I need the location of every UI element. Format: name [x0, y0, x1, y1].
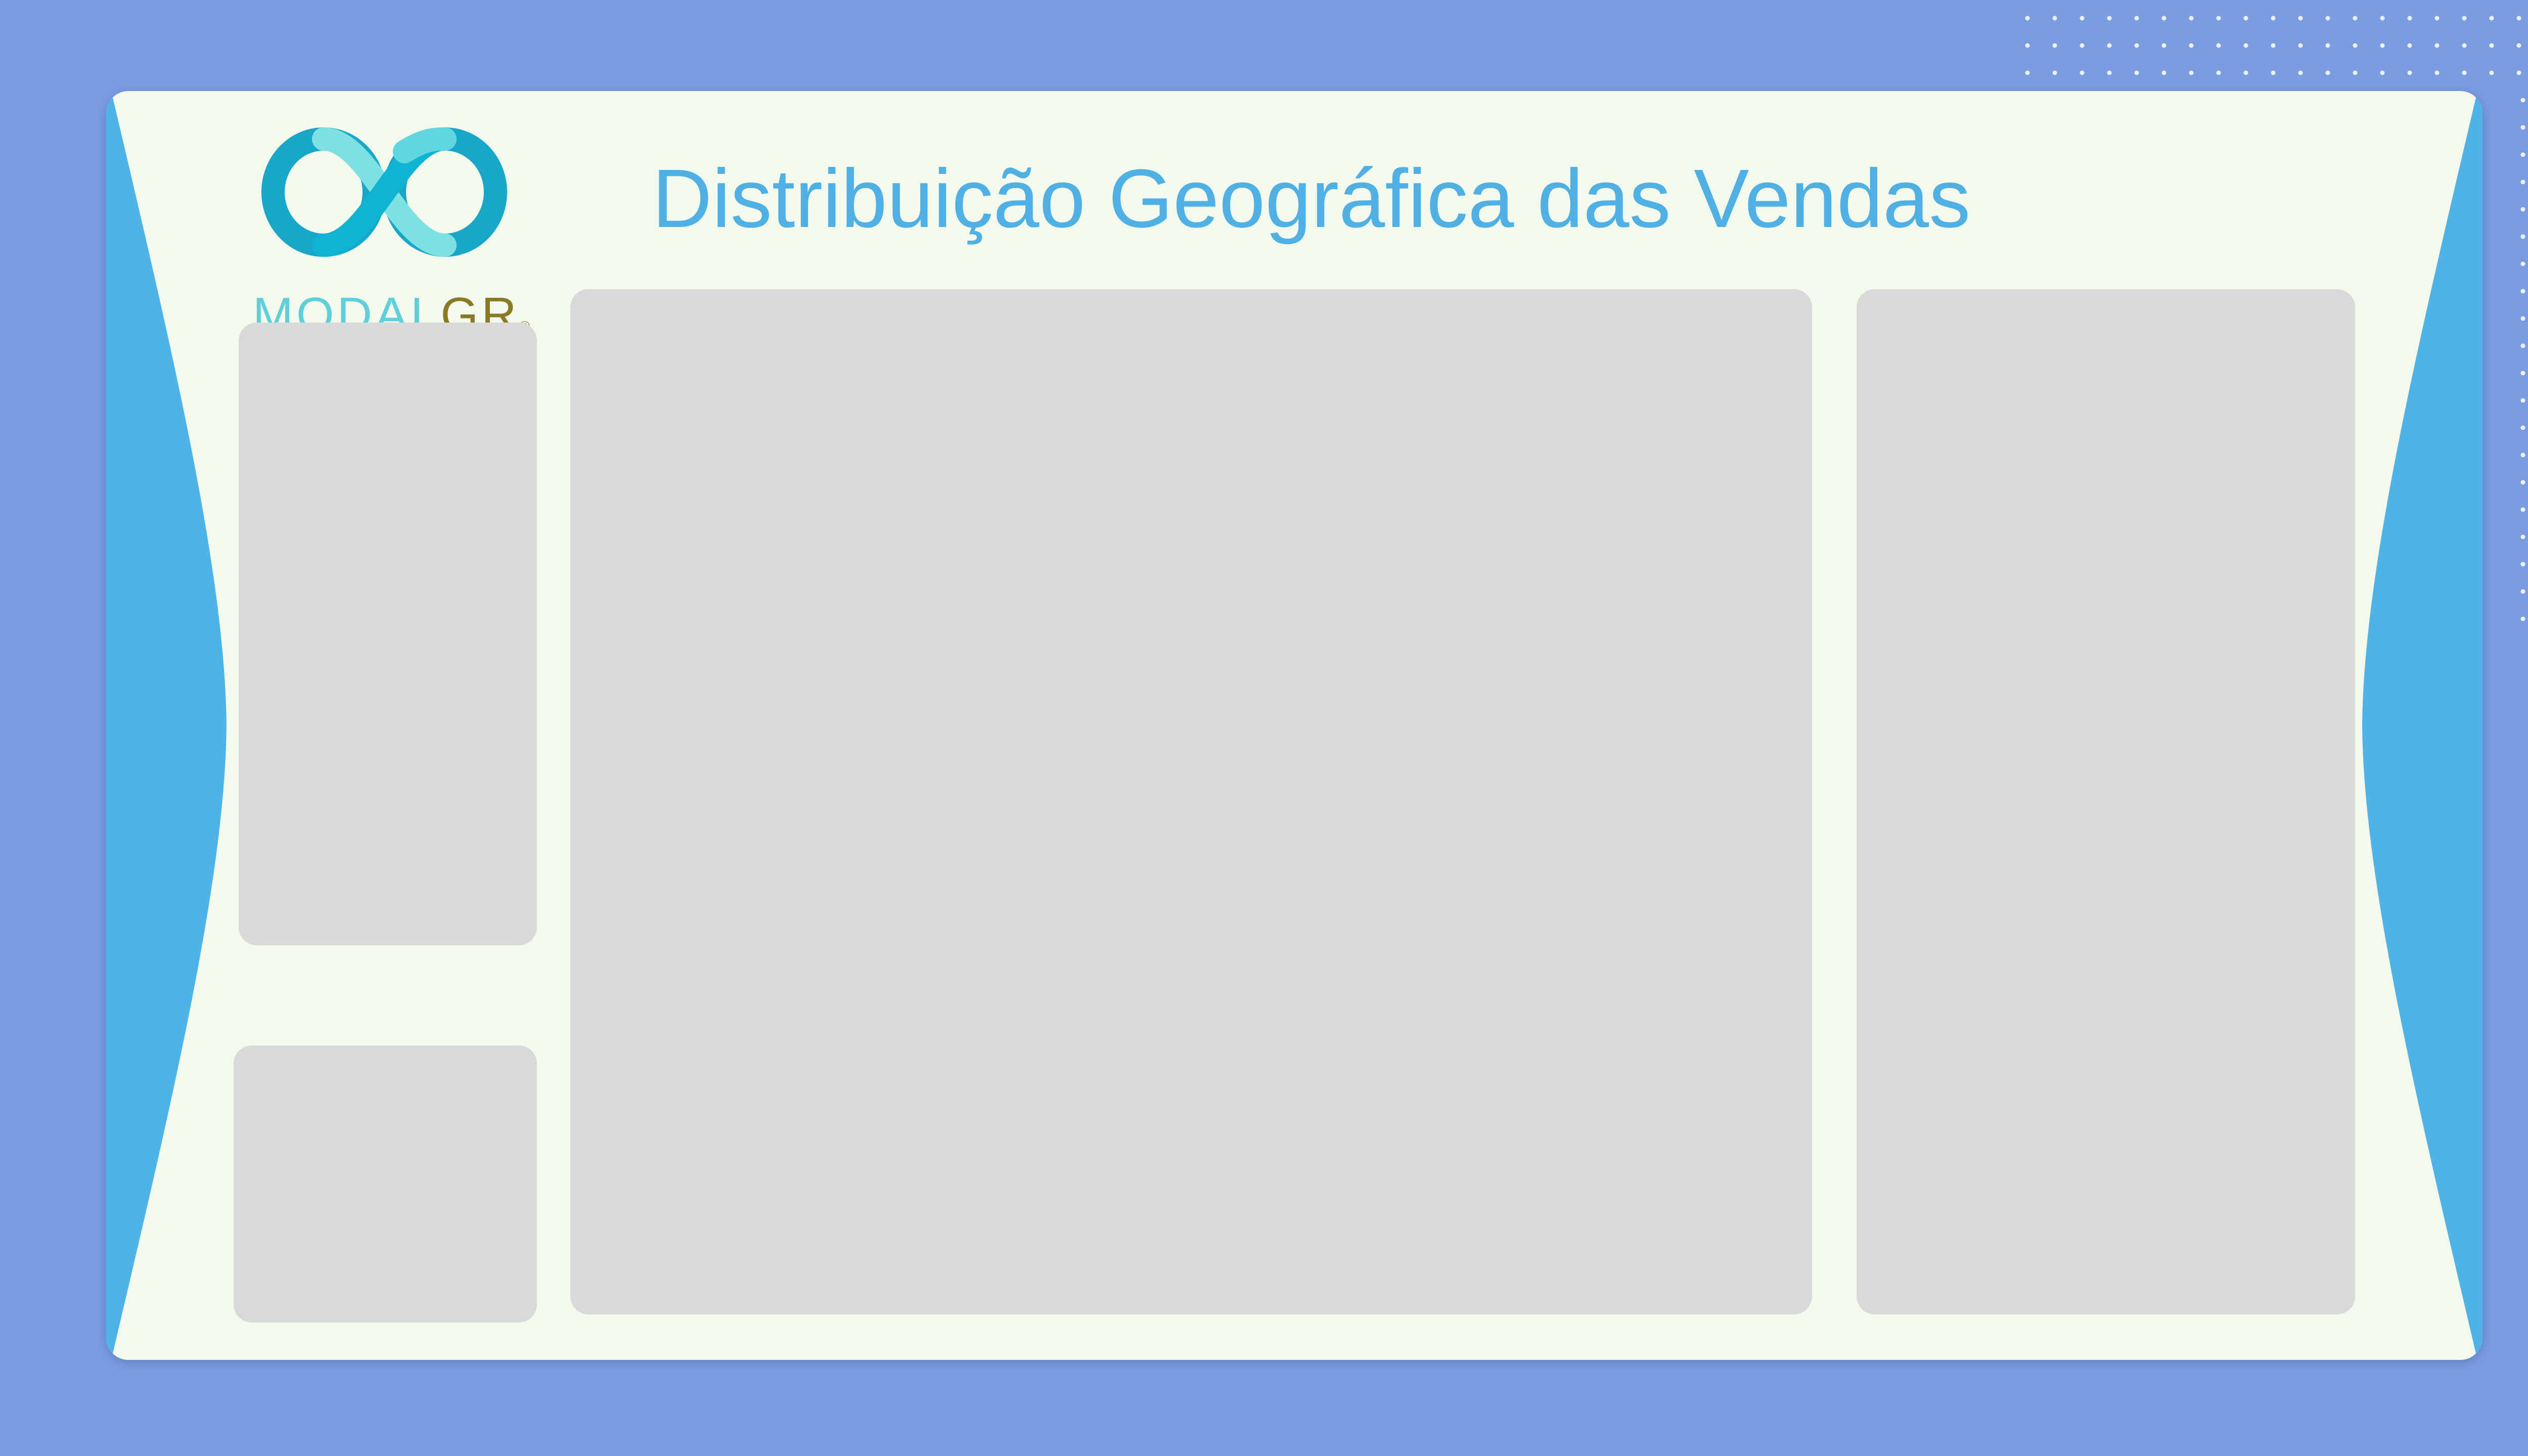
- decorative-dot: [2520, 480, 2525, 485]
- decorative-dot: [2298, 16, 2303, 21]
- decorative-dot: [2520, 398, 2525, 403]
- decorative-dot: [2080, 16, 2085, 21]
- decorative-dot: [2520, 371, 2525, 376]
- decorative-dot: [2243, 16, 2248, 21]
- decorative-dot: [2052, 43, 2057, 48]
- decorative-dot: [2520, 207, 2525, 212]
- decorative-dot: [2107, 16, 2112, 21]
- decorative-dot: [2489, 70, 2494, 75]
- decorative-dot: [2161, 43, 2166, 48]
- decorative-dot: [2434, 16, 2440, 21]
- decorative-dot: [2216, 16, 2221, 21]
- decorative-dot: [2520, 179, 2525, 185]
- decorative-dot: [2353, 70, 2358, 75]
- decorative-dot: [2520, 343, 2525, 348]
- left-bottom-panel: [234, 1045, 537, 1323]
- decorative-dot: [2520, 234, 2525, 239]
- decorative-dot: [2520, 562, 2525, 567]
- decorative-dot: [2520, 616, 2525, 621]
- decorative-dot: [2025, 70, 2030, 75]
- decorative-dot: [2271, 70, 2276, 75]
- decorative-dot: [2353, 43, 2358, 48]
- decorative-dot: [2134, 70, 2139, 75]
- decorative-dot: [2520, 125, 2525, 130]
- center-panel: [570, 289, 1812, 1314]
- decorative-dot: [2520, 261, 2525, 266]
- decorative-dot: [2325, 43, 2330, 48]
- decorative-dot: [2271, 16, 2276, 21]
- decorative-dot: [2161, 70, 2166, 75]
- page-title: Distribuição Geográfica das Vendas: [652, 152, 1971, 245]
- decorative-dot: [2520, 507, 2525, 512]
- decorative-dot: [2520, 98, 2525, 103]
- decorative-dot: [2325, 70, 2330, 75]
- decorative-dot: [2107, 43, 2112, 48]
- decorative-dot: [2080, 43, 2085, 48]
- decorative-dot: [2189, 16, 2194, 21]
- decorative-dot: [2516, 43, 2521, 48]
- decorative-dot: [2462, 16, 2467, 21]
- decorative-dot: [2407, 16, 2412, 21]
- decorative-dot: [2189, 43, 2194, 48]
- decorative-dot: [2380, 16, 2385, 21]
- decorative-dot: [2516, 16, 2521, 21]
- decorative-dot: [2520, 589, 2525, 594]
- decorative-dot: [2243, 43, 2248, 48]
- decorative-dot: [2434, 70, 2440, 75]
- decorative-dot: [2080, 70, 2085, 75]
- left-accent-curve: [106, 91, 227, 1360]
- decorative-dot: [2216, 70, 2221, 75]
- decorative-dot: [2271, 43, 2276, 48]
- decorative-dot: [2434, 43, 2440, 48]
- decorative-dot: [2052, 70, 2057, 75]
- dashboard-canvas: MODALGR® Distribuição Geográfica das Ven…: [0, 0, 2528, 1456]
- decorative-dot: [2216, 43, 2221, 48]
- decorative-dot: [2489, 43, 2494, 48]
- dashboard-card: MODALGR® Distribuição Geográfica das Ven…: [106, 91, 2482, 1360]
- decorative-dot: [2520, 152, 2525, 157]
- decorative-dot: [2520, 425, 2525, 430]
- decorative-dot: [2520, 452, 2525, 458]
- decorative-dot: [2134, 43, 2139, 48]
- decorative-dot: [2243, 70, 2248, 75]
- right-panel: [1857, 289, 2355, 1314]
- decorative-dot: [2298, 43, 2303, 48]
- decorative-dot: [2407, 43, 2412, 48]
- decorative-dot: [2052, 16, 2057, 21]
- decorative-dot: [2353, 16, 2358, 21]
- decorative-dot: [2520, 534, 2525, 539]
- decorative-dot: [2520, 316, 2525, 321]
- decorative-dot: [2462, 70, 2467, 75]
- right-accent-curve: [2362, 91, 2482, 1360]
- decorative-dot: [2161, 16, 2166, 21]
- decorative-dot: [2325, 16, 2330, 21]
- decorative-dot: [2380, 43, 2385, 48]
- decorative-dot: [2520, 289, 2525, 294]
- decorative-dot: [2462, 43, 2467, 48]
- decorative-dot: [2489, 16, 2494, 21]
- decorative-dot: [2025, 16, 2030, 21]
- decorative-dot: [2107, 70, 2112, 75]
- infinity-icon: [261, 127, 507, 257]
- decorative-dot: [2298, 70, 2303, 75]
- decorative-dot: [2189, 70, 2194, 75]
- left-top-panel: [239, 323, 537, 945]
- decorative-dot: [2407, 70, 2412, 75]
- decorative-dot: [2025, 43, 2030, 48]
- decorative-dot: [2134, 16, 2139, 21]
- decorative-dot: [2380, 70, 2385, 75]
- decorative-dot: [2516, 70, 2521, 75]
